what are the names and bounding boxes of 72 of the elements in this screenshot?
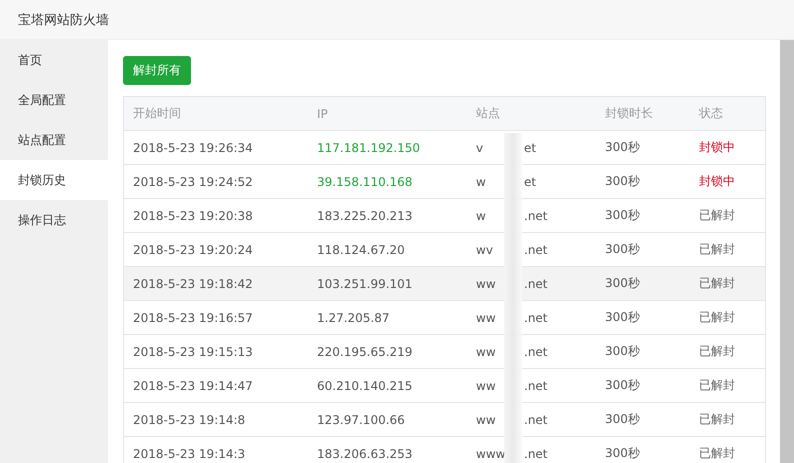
table-cell-text: 2018-5-23 19:15:13: [132, 344, 254, 358]
table-cell-text: 300秒: [604, 241, 641, 258]
table-cell-text: 300秒: [604, 343, 641, 360]
status-text: 已解封: [698, 377, 736, 394]
table-cell: .net: [524, 242, 548, 256]
table-cell-text: 300秒: [604, 207, 641, 224]
table-cell-text: ww: [476, 310, 497, 324]
sidebar-item[interactable]: 全局配置: [0, 80, 108, 120]
table-cell-text: v: [476, 140, 484, 154]
table-cell: .net: [524, 276, 548, 290]
column-header: 站点: [475, 105, 501, 122]
table-cell-text: 1.27.205.87: [316, 310, 391, 324]
scrollbar[interactable]: [780, 40, 794, 463]
table-cell-text: ww: [476, 378, 497, 392]
status-text: 已解封: [698, 275, 736, 292]
status-text: 已解封: [698, 241, 736, 258]
table-cell-text: 2018-5-23 19:16:57: [132, 310, 254, 324]
table-cell-text: w: [476, 174, 487, 188]
table-cell-text: 39.158.110.168: [316, 174, 414, 188]
table-cell-text: 300秒: [604, 411, 641, 428]
table-cell-text: 300秒: [604, 377, 641, 394]
sidebar-item[interactable]: 首页: [0, 40, 108, 80]
table-cell-text: www: [476, 446, 506, 460]
table-cell-text: 2018-5-23 19:24:52: [132, 174, 254, 188]
column-header: 封锁时长: [604, 105, 654, 122]
table-cell-text: 118.124.67.20: [316, 242, 406, 256]
status-text: 封锁中: [698, 173, 736, 190]
table-cell: .net: [524, 310, 548, 324]
sidebar-item[interactable]: 封锁历史: [0, 160, 108, 200]
table-cell: .net: [524, 208, 548, 222]
table-cell-text: 2018-5-23 19:14:3: [132, 446, 246, 460]
table-cell-text: wv: [476, 242, 494, 256]
table-cell-text: ww: [476, 344, 497, 358]
status-text: 已解封: [698, 207, 736, 224]
table-cell-text: 220.195.65.219: [316, 344, 414, 358]
sidebar-item[interactable]: 操作日志: [0, 200, 108, 240]
table-cell-text: w: [476, 208, 487, 222]
status-text: 已解封: [698, 309, 736, 326]
status-text: 已解封: [698, 411, 736, 428]
table-cell-text: 183.206.63.253: [316, 446, 414, 460]
table-cell: et: [524, 174, 536, 188]
table-cell-text: 2018-5-23 19:14:47: [132, 378, 254, 392]
table-cell-text: 300秒: [604, 445, 641, 462]
sidebar-item[interactable]: 站点配置: [0, 120, 108, 160]
status-text: 已解封: [698, 445, 736, 462]
table-cell-text: ww: [476, 276, 497, 290]
table-cell-text: 123.97.100.66: [316, 412, 406, 426]
table-cell-text: 300秒: [604, 275, 641, 292]
table-cell: .net: [524, 378, 548, 392]
table-cell-text: 2018-5-23 19:26:34: [132, 140, 254, 154]
status-text: 封锁中: [698, 139, 736, 156]
table-cell-text: 2018-5-23 19:20:38: [132, 208, 254, 222]
table-cell-text: 300秒: [604, 309, 641, 326]
column-header: IP: [316, 106, 329, 120]
table-cell-text: ww: [476, 412, 497, 426]
status-text: 已解封: [698, 343, 736, 360]
table-cell-text: 300秒: [604, 139, 641, 156]
table-cell-text: 103.251.99.101: [316, 276, 414, 290]
table-cell: et: [524, 140, 536, 154]
column-header: 状态: [698, 105, 724, 122]
column-header: 开始时间: [132, 105, 182, 122]
window-title: 宝塔网站防火墙: [18, 12, 109, 28]
table-cell-text: 183.225.20.213: [316, 208, 414, 222]
table-cell-text: 60.210.140.215: [316, 378, 414, 392]
table-cell: .net: [524, 344, 548, 358]
table-cell-text: 2018-5-23 19:14:8: [132, 412, 246, 426]
table-cell-text: 2018-5-23 19:18:42: [132, 276, 254, 290]
table-cell: .net: [524, 412, 548, 426]
table-cell-text: 300秒: [604, 173, 641, 190]
table-cell: .net: [524, 446, 548, 460]
table-cell-text: 2018-5-23 19:20:24: [132, 242, 254, 256]
table-cell-text: 117.181.192.150: [316, 140, 422, 154]
